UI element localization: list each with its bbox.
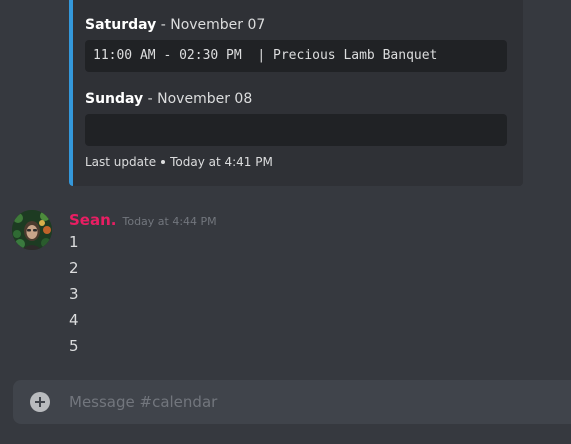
message-line: 1 [69,233,79,251]
message-timestamp[interactable]: Today at 4:44 PM [122,215,216,228]
username[interactable]: Sean. [69,211,116,229]
day-date: November 08 [157,91,253,107]
chat-view: Saturday - November 07 11:00 AM - 02:30 … [0,0,571,444]
schedule-block-saturday: 11:00 AM - 02:30 PM | Precious Lamb Banq… [85,40,507,72]
message-content: 1 2 3 4 5 [69,232,79,362]
footer-time: Today at 4:41 PM [170,155,273,169]
day-date: November 07 [170,17,266,33]
day-name: Saturday [85,17,157,33]
schedule-block-sunday [85,114,507,146]
day-name: Sunday [85,91,144,107]
message-line: 5 [69,337,79,355]
message-line: 2 [69,259,79,277]
day-separator: - [156,17,171,33]
embed-footer: Last update Today at 4:41 PM [85,154,273,170]
day-heading-sunday: Sunday - November 08 [85,90,252,108]
attach-button[interactable] [30,392,50,412]
message-input[interactable] [69,380,569,424]
bullet-separator [161,159,166,164]
message-header: Sean. Today at 4:44 PM [69,210,217,232]
plus-circle-icon [35,397,45,407]
calendar-embed: Saturday - November 07 11:00 AM - 02:30 … [69,0,523,186]
day-separator: - [143,91,158,107]
message-composer [13,380,571,424]
day-heading-saturday: Saturday - November 07 [85,16,265,34]
message-line: 4 [69,311,79,329]
footer-label: Last update [85,155,157,169]
message-line: 3 [69,285,79,303]
avatar-image [12,210,52,250]
avatar[interactable] [12,210,52,250]
